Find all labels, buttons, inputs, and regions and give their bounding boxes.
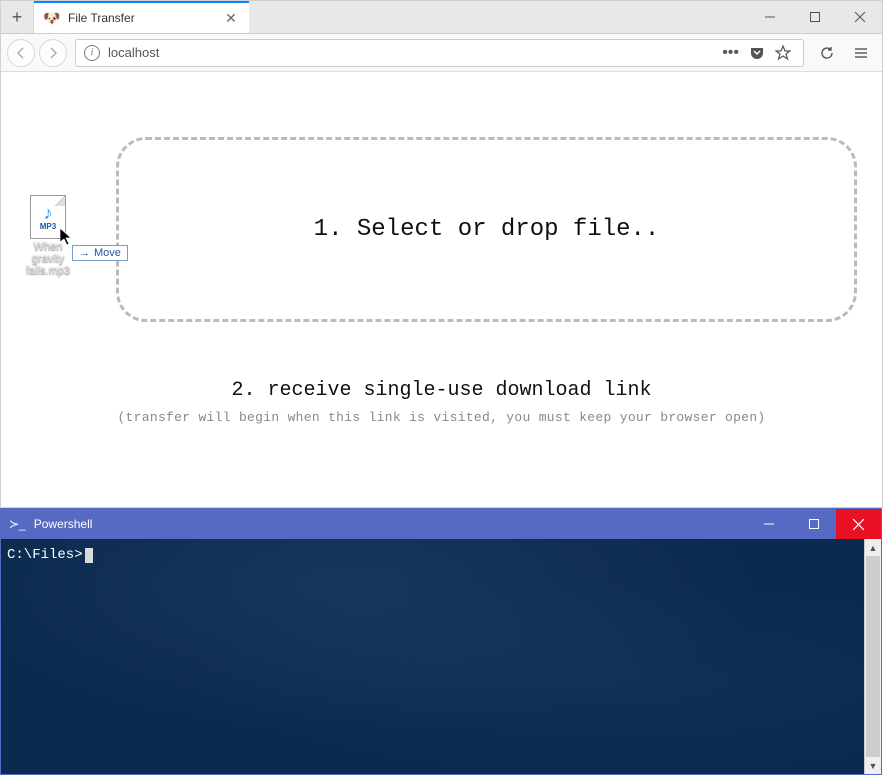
window-minimize-button[interactable] (747, 1, 792, 33)
file-drop-zone[interactable]: 1. Select or drop file.. (116, 137, 857, 322)
bookmark-icon[interactable] (775, 45, 791, 61)
tab-strip: + 🐶 File Transfer ✕ (1, 1, 882, 34)
browser-toolbar: i localhost ••• (1, 34, 882, 72)
tab-close-button[interactable]: ✕ (223, 10, 239, 26)
step2-note: (transfer will begin when this link is v… (1, 410, 882, 425)
powershell-scrollbar[interactable]: ▲ ▼ (864, 539, 881, 774)
ps-maximize-button[interactable] (791, 509, 836, 539)
site-info-icon[interactable]: i (84, 45, 100, 61)
back-button[interactable] (7, 39, 35, 67)
menu-button[interactable] (846, 38, 876, 68)
powershell-title: Powershell (34, 517, 746, 531)
powershell-window: ≻_ Powershell C:\Files> ▲ ▼ (0, 508, 882, 775)
powershell-icon: ≻_ (9, 517, 26, 531)
powershell-window-controls (746, 509, 881, 539)
tab-favicon-icon: 🐶 (44, 10, 60, 26)
pocket-icon[interactable] (749, 45, 765, 61)
scroll-down-button[interactable]: ▼ (865, 757, 881, 774)
tab-title: File Transfer (68, 11, 215, 25)
browser-window: + 🐶 File Transfer ✕ i localhost (0, 0, 883, 508)
window-maximize-button[interactable] (792, 1, 837, 33)
new-tab-button[interactable]: + (1, 1, 34, 33)
powershell-titlebar[interactable]: ≻_ Powershell (1, 509, 881, 539)
drop-zone-text: 1. Select or drop file.. (314, 216, 660, 243)
step2-heading: 2. receive single-use download link (1, 379, 882, 402)
url-bar[interactable]: i localhost ••• (75, 39, 804, 67)
window-controls (747, 1, 882, 33)
browser-tab[interactable]: 🐶 File Transfer ✕ (34, 1, 249, 33)
forward-button[interactable] (39, 39, 67, 67)
url-text: localhost (108, 45, 714, 60)
scroll-up-button[interactable]: ▲ (865, 539, 881, 556)
refresh-button[interactable] (812, 38, 842, 68)
drag-move-tooltip: → Move (72, 245, 128, 261)
ps-minimize-button[interactable] (746, 509, 791, 539)
terminal-cursor (85, 548, 93, 563)
ps-close-button[interactable] (836, 509, 881, 539)
window-close-button[interactable] (837, 1, 882, 33)
url-actions: ••• (722, 44, 795, 62)
move-tooltip-text: Move (94, 247, 121, 259)
scroll-thumb[interactable] (866, 556, 880, 757)
arrow-right-icon: → (79, 247, 90, 259)
page-actions-icon[interactable]: ••• (722, 44, 739, 62)
powershell-prompt: C:\Files> (7, 547, 83, 563)
powershell-terminal[interactable]: C:\Files> (1, 539, 881, 774)
page-content: 1. Select or drop file.. 2. receive sing… (1, 72, 882, 507)
